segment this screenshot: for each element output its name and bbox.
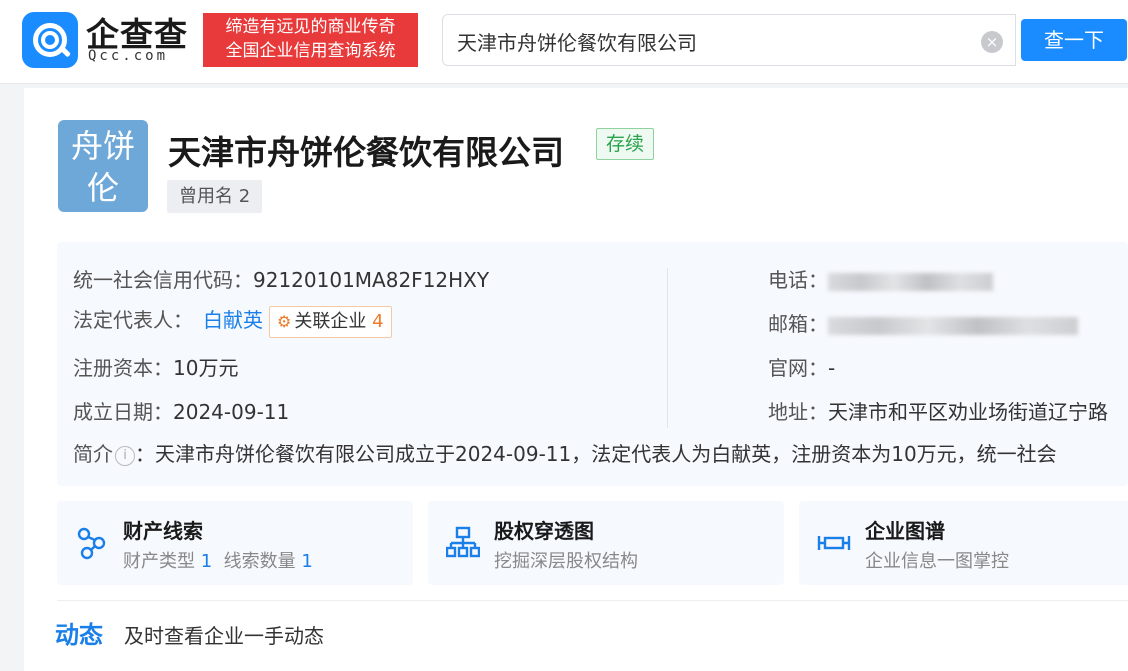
founded-row: 成立日期：2024-09-11 xyxy=(73,396,289,425)
capital-label: 注册资本： xyxy=(73,356,173,380)
address-row: 地址：天津市和平区劝业场街道辽宁路 xyxy=(768,396,1108,425)
search-button[interactable]: 查一下 xyxy=(1021,19,1127,61)
company-avatar: 舟饼 伦 xyxy=(58,120,148,212)
logo-subtext: Qcc.com xyxy=(88,48,169,64)
info-icon[interactable]: i xyxy=(115,445,135,466)
status-badge: 存续 xyxy=(596,128,655,160)
equity-chart-icon xyxy=(446,526,480,558)
feature-equity-structure[interactable]: 股权穿透图 挖掘深层股权结构 xyxy=(428,501,784,585)
credit-code-label: 统一社会信用代码： xyxy=(73,268,253,292)
phone-row: 电话： xyxy=(768,264,993,293)
legal-rep-label: 法定代表人： xyxy=(73,308,193,332)
section-divider xyxy=(57,600,1128,601)
capital-row: 注册资本：10万元 xyxy=(73,352,238,381)
intro-row: 简介 i ：天津市舟饼伦餐饮有限公司成立于2024-09-11，法定代表人为白献英，… xyxy=(73,438,1057,467)
email-label: 邮箱： xyxy=(768,312,828,336)
search-box: × xyxy=(442,14,1016,66)
legal-rep-link[interactable]: 白献英 xyxy=(203,308,263,332)
former-names-button[interactable]: 曾用名 2 xyxy=(167,180,263,213)
company-name: 天津市舟饼伦餐饮有限公司 xyxy=(168,133,564,172)
slogan-banner: 缔造有远见的商业传奇 全国企业信用查询系统 xyxy=(203,13,418,67)
property-type-label: 财产类型 xyxy=(123,551,195,572)
website-row: 官网：- xyxy=(768,352,835,381)
property-clues-icon xyxy=(77,527,106,560)
clear-icon[interactable]: × xyxy=(981,31,1003,53)
feature-subtitle: 企业信息一图掌控 xyxy=(865,551,1009,572)
assoc-label: 关联企业 xyxy=(294,310,367,332)
info-panel: 统一社会信用代码：92120101MA82F12HXY 法定代表人： 白献英 ⚙ 关联… xyxy=(57,242,1128,486)
phone-label: 电话： xyxy=(768,268,828,292)
feature-property-clues[interactable]: 财产线索 财产类型 1 线索数量 1 xyxy=(57,501,413,585)
associated-companies-tag[interactable]: ⚙ 关联企业 4 xyxy=(269,305,392,338)
company-card: 舟饼 伦 天津市舟饼伦餐饮有限公司 存续 曾用名 2 统一社会信用代码：9212… xyxy=(24,88,1128,671)
website-value: - xyxy=(828,356,836,380)
search-input[interactable] xyxy=(457,27,957,55)
address-label: 地址： xyxy=(768,400,828,424)
top-header: 企查查 Qcc.com 缔造有远见的商业传奇 全国企业信用查询系统 × 查一下 xyxy=(0,0,1128,84)
info-divider xyxy=(667,268,668,428)
qcc-logo-icon[interactable] xyxy=(22,12,78,68)
founded-value: 2024-09-11 xyxy=(173,400,290,424)
enterprise-graph-icon xyxy=(817,536,851,550)
credit-code-row: 统一社会信用代码：92120101MA82F12HXY xyxy=(73,264,489,293)
intro-label: 简介 xyxy=(73,442,113,466)
avatar-line-1: 舟饼 xyxy=(70,127,135,165)
assoc-count: 4 xyxy=(372,310,384,332)
dynamics-tab[interactable]: 动态 xyxy=(55,615,103,650)
intro-text: ：天津市舟饼伦餐饮有限公司成立于2024-09-11，法定代表人为白献英，注册资… xyxy=(135,442,1057,466)
capital-value: 10万元 xyxy=(173,356,239,380)
clue-count: 1 xyxy=(301,551,313,572)
website-label: 官网： xyxy=(768,356,828,380)
feature-subtitle: 财产类型 1 线索数量 1 xyxy=(123,547,313,573)
relation-icon: ⚙ xyxy=(277,311,292,331)
avatar-line-2: 伦 xyxy=(86,169,119,207)
email-row: 邮箱： xyxy=(768,308,1078,337)
feature-enterprise-graph[interactable]: 企业图谱 企业信息一图掌控 xyxy=(799,501,1128,585)
feature-title: 股权穿透图 xyxy=(494,519,594,543)
address-value[interactable]: 天津市和平区劝业场街道辽宁路 xyxy=(828,400,1108,424)
feature-title: 财产线索 xyxy=(123,519,203,543)
founded-label: 成立日期： xyxy=(73,400,173,424)
slogan-line-1: 缔造有远见的商业传奇 xyxy=(225,17,396,37)
phone-blurred-value xyxy=(828,272,993,291)
property-type-count: 1 xyxy=(200,551,213,572)
dynamics-subtitle: 及时查看企业一手动态 xyxy=(124,624,324,648)
feature-title: 企业图谱 xyxy=(865,519,945,543)
legal-rep-row: 法定代表人： 白献英 ⚙ 关联企业 4 xyxy=(73,304,392,338)
credit-code-value[interactable]: 92120101MA82F12HXY xyxy=(253,268,489,292)
email-blurred-value xyxy=(828,316,1078,335)
clue-count-label: 线索数量 xyxy=(223,551,296,572)
feature-subtitle: 挖掘深层股权结构 xyxy=(494,551,638,572)
slogan-line-2: 全国企业信用查询系统 xyxy=(225,41,396,61)
